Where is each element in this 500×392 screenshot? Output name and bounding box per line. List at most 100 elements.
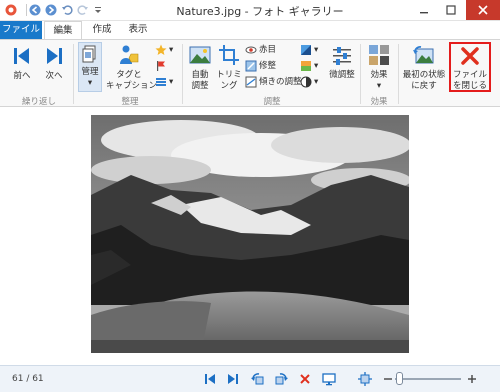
revert-label-2: に戻す (411, 81, 437, 91)
next-button[interactable]: 次へ (40, 45, 68, 82)
retouch-icon (245, 60, 257, 72)
group-label-effects: 効果 (370, 97, 388, 107)
auto-adjust-label-1: 自動 (191, 70, 209, 80)
straighten-label: 傾きの調整 (259, 77, 302, 87)
group-label-repeat: 繰り返し (21, 97, 56, 107)
zoom-out-button[interactable] (381, 372, 395, 386)
rotate-left-button[interactable] (251, 372, 265, 386)
back-icon[interactable] (28, 3, 42, 17)
slideshow-icon (322, 373, 336, 386)
color-icon (301, 61, 311, 71)
red-eye-label: 赤目 (259, 45, 277, 55)
trim-button[interactable]: トリミ ング (216, 44, 242, 92)
next-label: 次へ (45, 71, 63, 81)
tags-caption-label-1: タグと (116, 70, 142, 80)
exposure-button[interactable]: ▾ (300, 44, 318, 56)
tab-file[interactable]: ファイル (0, 21, 42, 39)
plus-icon (468, 375, 476, 383)
tab-create[interactable]: 作成 (86, 21, 118, 39)
ribbon-separator (398, 44, 399, 104)
fine-tune-button[interactable]: 微調整 (326, 44, 358, 81)
retouch-label: 修整 (259, 61, 277, 71)
zoom-slider-thumb[interactable] (396, 372, 403, 385)
ribbon-separator (182, 44, 183, 104)
last-icon (228, 374, 238, 384)
clarity-button[interactable]: ▾ (300, 76, 318, 88)
actual-size-button[interactable] (358, 372, 372, 386)
app-icon[interactable] (4, 3, 18, 17)
photo-counter: 61 / 61 (12, 374, 44, 384)
color-button[interactable]: ▾ (300, 60, 318, 72)
manage-label: 管理 (81, 67, 99, 77)
revert-button[interactable]: 最初の状態 に戻す (401, 44, 447, 92)
ribbon: 前へ 次へ 繰り返し 管理 ▾ タグと キャプション ▾ ▾ 整理 自動 調整 … (0, 39, 500, 107)
minimize-button[interactable] (411, 0, 437, 20)
auto-adjust-label-2: 調整 (191, 81, 209, 91)
straighten-button[interactable]: 傾きの調整 (245, 76, 302, 88)
rating-button[interactable]: ▾ (155, 44, 173, 56)
sliders-icon (333, 47, 351, 65)
delete-button[interactable] (298, 372, 312, 386)
details-button[interactable]: ▾ (155, 76, 173, 88)
color-dropdown-icon: ▾ (314, 61, 319, 71)
manage-icon (82, 45, 96, 63)
minus-icon (384, 378, 392, 380)
tab-view[interactable]: 表示 (122, 21, 154, 39)
auto-adjust-icon (189, 46, 211, 64)
prev-label: 前へ (13, 71, 31, 81)
tag-icon (120, 45, 139, 64)
trim-label-2: ング (220, 81, 238, 91)
photo-image[interactable] (91, 115, 409, 353)
prev-icon (14, 48, 29, 64)
tab-edit[interactable]: 編集 (44, 21, 82, 40)
customize-quick-access-icon[interactable] (91, 3, 105, 17)
undo-icon[interactable] (60, 3, 74, 17)
rotate-right-button[interactable] (274, 372, 288, 386)
tags-caption-button[interactable]: タグと キャプション (106, 44, 158, 92)
flag-icon (157, 61, 165, 71)
forward-icon[interactable] (44, 3, 58, 17)
zoom-slider-track[interactable] (395, 378, 461, 380)
flag-button[interactable] (155, 60, 169, 72)
rotate-left-icon (251, 373, 264, 385)
close-file-button[interactable]: ファイル を閉じる (449, 42, 491, 92)
crop-icon (219, 45, 239, 65)
close-window-button[interactable] (466, 0, 500, 20)
photo-viewer (0, 107, 500, 365)
fit-icon (358, 372, 372, 386)
straighten-icon (245, 76, 257, 88)
effects-label: 効果 (370, 70, 388, 80)
effects-button[interactable]: 効果 ▾ (364, 44, 394, 92)
exposure-dropdown-icon: ▾ (314, 45, 319, 55)
next-icon (47, 48, 62, 64)
prev-button[interactable]: 前へ (8, 45, 36, 82)
revert-label-1: 最初の状態 (402, 70, 446, 80)
delete-icon (300, 374, 310, 384)
redo-icon[interactable] (76, 3, 90, 17)
trim-label-1: トリミ (216, 70, 242, 80)
tags-caption-label-2: キャプション (106, 81, 158, 91)
slideshow-button[interactable] (322, 372, 336, 386)
maximize-button[interactable] (438, 0, 464, 20)
red-eye-button[interactable]: 赤目 (245, 44, 276, 56)
zoom-in-button[interactable] (465, 372, 479, 386)
ribbon-separator (360, 44, 361, 104)
manage-button[interactable]: 管理 ▾ (78, 42, 102, 92)
eye-icon (245, 46, 257, 54)
close-file-label-2: を閉じる (452, 81, 487, 91)
last-photo-button[interactable] (226, 372, 240, 386)
details-icon (156, 78, 166, 86)
clarity-dropdown-icon: ▾ (314, 77, 319, 87)
retouch-button[interactable]: 修整 (245, 60, 276, 72)
contrast-icon (300, 76, 312, 88)
ribbon-tabs: ファイル 編集 作成 表示 (0, 21, 500, 40)
status-bar: 61 / 61 (0, 365, 500, 392)
details-dropdown-icon: ▾ (169, 77, 174, 87)
manage-dropdown-icon: ▾ (87, 78, 93, 88)
auto-adjust-button[interactable]: 自動 調整 (185, 44, 215, 92)
close-file-label-1: ファイル (452, 70, 487, 80)
rotate-right-icon (275, 373, 288, 385)
ribbon-separator (73, 44, 74, 104)
first-photo-button[interactable] (203, 372, 217, 386)
window-title: Nature3.jpg - フォト ギャラリー (176, 5, 344, 18)
